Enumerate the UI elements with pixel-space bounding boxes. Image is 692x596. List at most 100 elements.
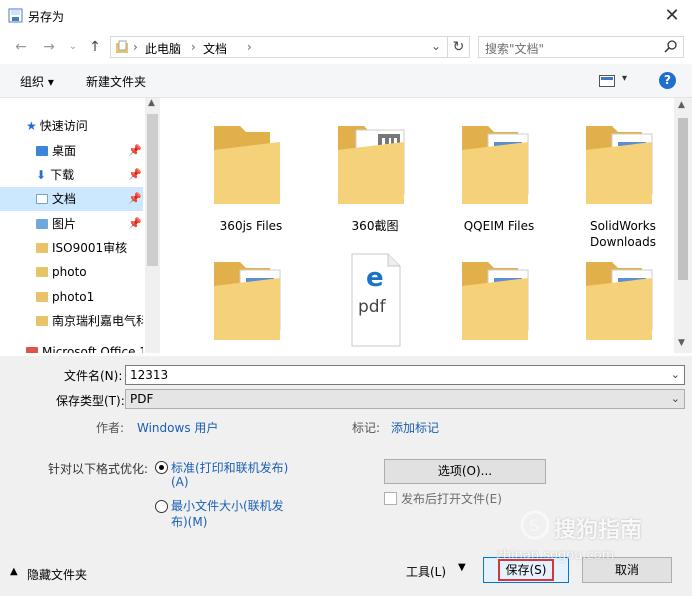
author-value[interactable]: Windows 用户	[137, 419, 218, 436]
close-button[interactable]: ✕	[656, 2, 688, 30]
folder-icon	[36, 267, 48, 277]
recent-locations-chevron-icon[interactable]: ⌄	[62, 36, 84, 58]
crumb-separator-icon: ›	[247, 40, 252, 54]
optimize-standard-radio[interactable]	[155, 461, 168, 474]
svg-text:e: e	[366, 263, 384, 293]
svg-text:S: S	[529, 516, 539, 535]
office-icon	[26, 347, 38, 353]
filename-value: 12313	[130, 368, 169, 382]
add-tags-link[interactable]: 添加标记	[391, 419, 439, 436]
breadcrumb-this-pc[interactable]: 此电脑	[145, 40, 181, 57]
back-arrow-icon[interactable]: ←	[10, 36, 32, 58]
folder-icon	[214, 262, 281, 340]
file-item[interactable]: QQEIM Files	[444, 112, 554, 242]
folder-icon	[586, 126, 653, 204]
nav-item-desktop[interactable]: 桌面 📌	[0, 139, 143, 163]
file-type-dropdown-icon[interactable]: ⌄	[671, 390, 680, 408]
nav-scroll-thumb[interactable]	[147, 114, 158, 266]
nav-item-downloads[interactable]: ⬇ 下载 📌	[0, 163, 143, 187]
nav-item-documents[interactable]: 文档 📌	[0, 187, 143, 211]
address-bar[interactable]: › 此电脑 › 文档 › ⌄	[110, 36, 448, 58]
forward-arrow-icon[interactable]: →	[38, 36, 60, 58]
search-placeholder: 搜索"文档"	[485, 42, 545, 56]
chevron-up-icon[interactable]: ▲	[10, 566, 18, 577]
file-scrollbar[interactable]: ▲ ▼	[674, 98, 692, 353]
hide-folders-button[interactable]: 隐藏文件夹	[27, 566, 87, 583]
filename-field[interactable]: 12313 ⌄	[125, 365, 685, 385]
scroll-down-icon[interactable]: ▼	[678, 338, 685, 348]
options-button[interactable]: 选项(O)...	[384, 459, 546, 484]
file-item[interactable]: 1. 360截图	[320, 112, 430, 242]
desktop-folder-icon	[36, 146, 48, 156]
address-dropdown-icon[interactable]: ⌄	[431, 39, 441, 53]
nav-item-label: 桌面	[52, 144, 77, 158]
file-name: 360js Files	[219, 219, 283, 233]
folder-icon	[462, 126, 529, 204]
nav-item-label: 图片	[52, 217, 77, 231]
view-dropdown-icon[interactable]: ▾	[622, 73, 627, 84]
nav-item-label: ISO9001审核	[52, 241, 128, 255]
search-input[interactable]: 搜索"文档"	[478, 36, 684, 58]
pin-icon[interactable]: 📌	[128, 163, 142, 187]
optimize-min-size-label-2[interactable]: 布)(M)	[171, 513, 207, 530]
file-item[interactable]: SolidWorks	[196, 248, 306, 353]
watermark-url: zhinan.sogou.com	[496, 548, 615, 563]
file-item[interactable]: SolidWorks Downloads	[568, 112, 674, 249]
optimize-min-size-radio[interactable]	[155, 500, 168, 513]
crumb-separator-icon: ›	[191, 40, 196, 54]
sogou-logo-icon: S	[520, 510, 550, 540]
documents-folder-icon	[116, 40, 128, 53]
scroll-up-icon[interactable]: ▲	[678, 100, 685, 110]
folder-icon	[36, 292, 48, 302]
nav-scrollbar[interactable]: ▲	[145, 98, 160, 353]
refresh-icon[interactable]: ↻	[448, 36, 470, 58]
scroll-up-icon[interactable]: ▲	[148, 98, 155, 108]
nav-item-iso9001[interactable]: ISO9001审核	[0, 236, 143, 260]
tags-label: 标记:	[352, 421, 381, 435]
nav-item-label: Microsoft Office 1	[42, 345, 143, 353]
optimize-min-size-label[interactable]: 最小文件大小(联机发	[171, 497, 284, 514]
help-icon[interactable]: ?	[659, 72, 676, 89]
organize-menu[interactable]: 组织 ▾	[20, 73, 54, 90]
nav-item-nanjing[interactable]: 南京瑞利嘉电气科	[0, 309, 143, 333]
pin-icon[interactable]: 📌	[128, 139, 142, 163]
nav-quick-access[interactable]: ★ 快速访问	[0, 114, 143, 138]
file-type-select[interactable]: PDF ⌄	[125, 389, 685, 409]
search-icon	[664, 40, 677, 53]
nav-item-pictures[interactable]: 图片 📌	[0, 212, 143, 236]
file-item[interactable]: epdftemp	[320, 248, 430, 353]
nav-item-photo[interactable]: photo	[0, 260, 143, 284]
breadcrumb-documents[interactable]: 文档	[203, 40, 227, 57]
nav-item-label: photo	[52, 265, 87, 279]
pin-icon[interactable]: 📌	[128, 212, 142, 236]
filename-dropdown-icon[interactable]: ⌄	[671, 366, 680, 384]
file-name: SolidWorks Downloads	[590, 219, 656, 249]
file-type-value: PDF	[130, 392, 154, 406]
view-options-icon[interactable]	[599, 75, 615, 87]
file-item[interactable]: 360js Files	[196, 112, 306, 242]
pdf-icon-text: pdf	[358, 297, 387, 317]
nav-item-photo1[interactable]: photo1	[0, 285, 143, 309]
optimize-standard-label[interactable]: 标准(打印和联机发布)	[171, 459, 288, 476]
pictures-icon	[36, 219, 48, 229]
file-item[interactable]: Tencent Files	[444, 248, 554, 353]
tools-dropdown-icon[interactable]: ▼	[458, 562, 466, 573]
file-scroll-thumb[interactable]	[678, 118, 688, 280]
new-folder-button[interactable]: 新建文件夹	[86, 73, 146, 90]
open-after-publish-checkbox[interactable]	[384, 492, 397, 505]
file-type-label: 保存类型(T):	[56, 394, 125, 408]
crumb-separator-icon: ›	[133, 40, 138, 54]
optimize-standard-key[interactable]: (A)	[171, 475, 189, 489]
command-toolbar: 组织 ▾ 新建文件夹 ▾ ?	[0, 64, 692, 98]
nav-item-microsoft-office[interactable]: Microsoft Office 1	[0, 340, 143, 353]
window-title: 另存为	[28, 10, 65, 24]
folder-icon	[214, 126, 280, 204]
tools-menu[interactable]: 工具(L)	[406, 563, 446, 580]
file-item[interactable]: Visual Studio	[568, 248, 674, 353]
pdf-file-icon: e pdf	[351, 253, 401, 347]
nav-item-label: 下载	[50, 168, 75, 182]
folder-icon	[36, 243, 48, 253]
up-arrow-icon[interactable]: ↑	[84, 36, 106, 58]
open-after-publish-label: 发布后打开文件(E)	[401, 492, 502, 506]
pin-icon[interactable]: 📌	[128, 187, 142, 211]
